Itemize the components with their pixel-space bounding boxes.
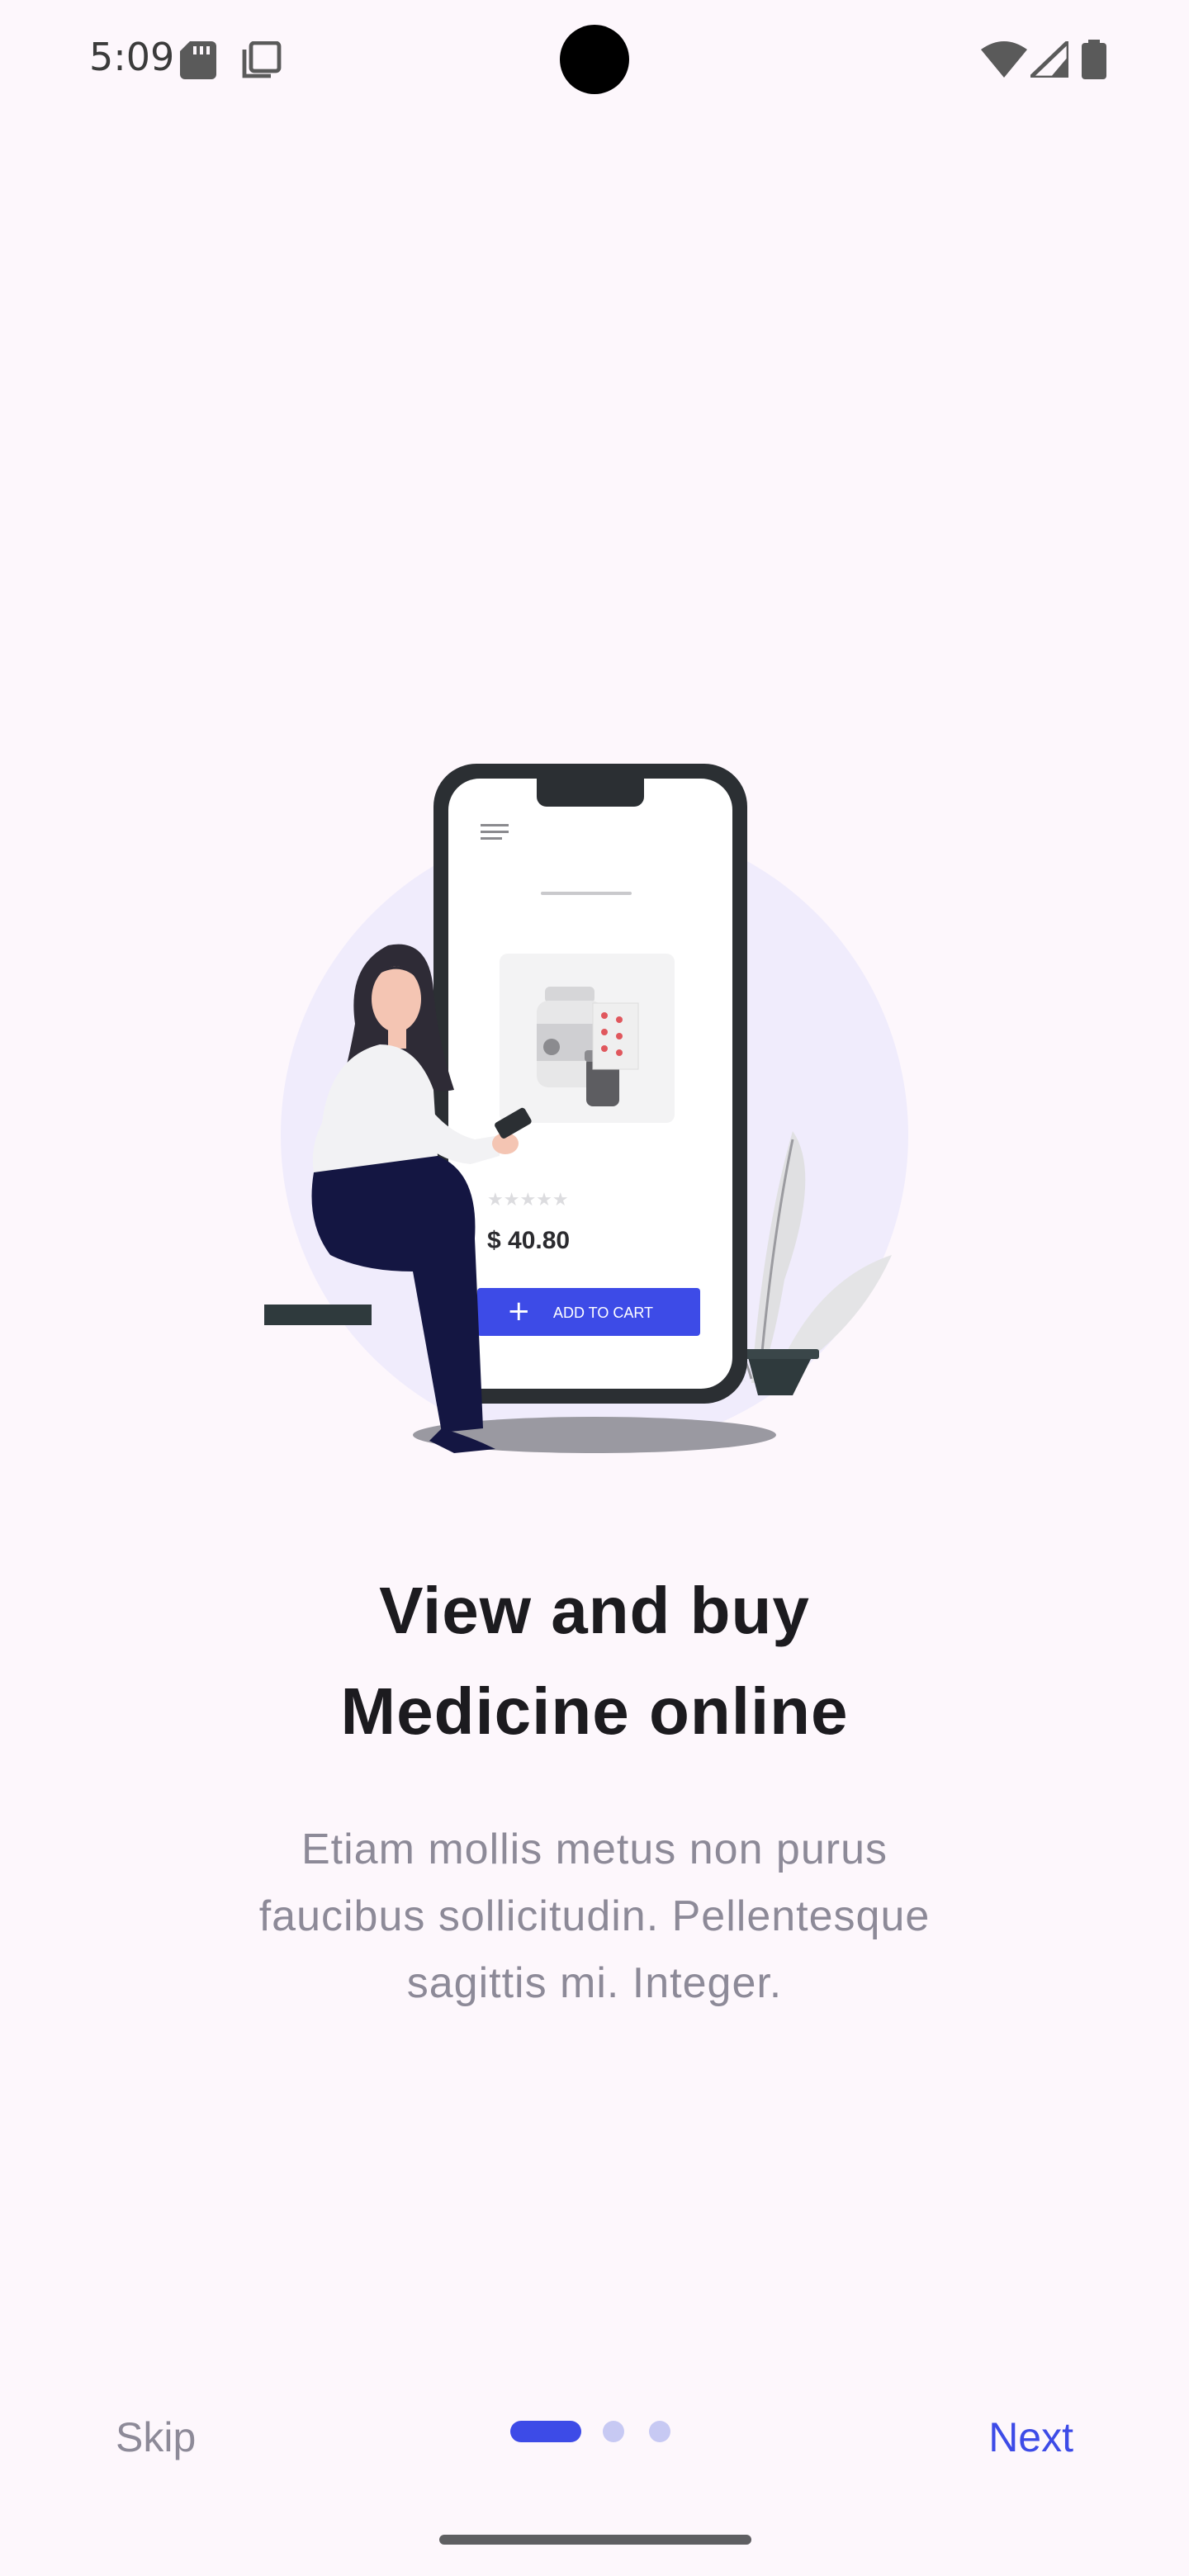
onboarding-illustration: ★★★★★ $ 40.80 + ADD TO CART (264, 743, 925, 1470)
title-line-1: View and buy (379, 1574, 810, 1647)
status-bar: 5:09 (0, 0, 1189, 116)
svg-text:★★★★★: ★★★★★ (487, 1190, 569, 1210)
description-line-2: faucibus sollicitudin. Pellentesque (258, 1892, 931, 1940)
price-label: $ 40.80 (487, 1227, 570, 1254)
phone-mockup: ★★★★★ $ 40.80 + ADD TO CART (433, 764, 747, 1404)
sd-card-icon (180, 41, 216, 79)
description-line-1: Etiam mollis metus non purus (301, 1825, 888, 1873)
rating-stars: ★★★★★ (487, 1190, 569, 1210)
title-line-2: Medicine online (340, 1674, 849, 1748)
description-line-3: sagittis mi. Integer. (406, 1959, 783, 2007)
add-to-cart-label: ADD TO CART (553, 1305, 653, 1321)
svg-text:+: + (507, 1295, 531, 1328)
status-time: 5:09 (89, 35, 175, 79)
page-dot-2[interactable] (603, 2421, 624, 2442)
skip-button[interactable]: Skip (99, 2404, 212, 2470)
home-indicator[interactable] (439, 2535, 751, 2545)
next-button[interactable]: Next (972, 2404, 1090, 2470)
camera-cutout (560, 25, 629, 94)
page-dot-active[interactable] (510, 2421, 581, 2442)
wifi-icon (981, 41, 1027, 78)
copy-icon (242, 41, 282, 78)
signal-icon (1030, 41, 1068, 78)
battery-icon (1082, 40, 1106, 79)
page-dot-3[interactable] (649, 2421, 670, 2442)
onboarding-description: Etiam mollis metus non purus faucibus so… (182, 1816, 1007, 2017)
onboarding-title: View and buy Medicine online (0, 1560, 1189, 1762)
page-indicator (510, 2419, 675, 2444)
